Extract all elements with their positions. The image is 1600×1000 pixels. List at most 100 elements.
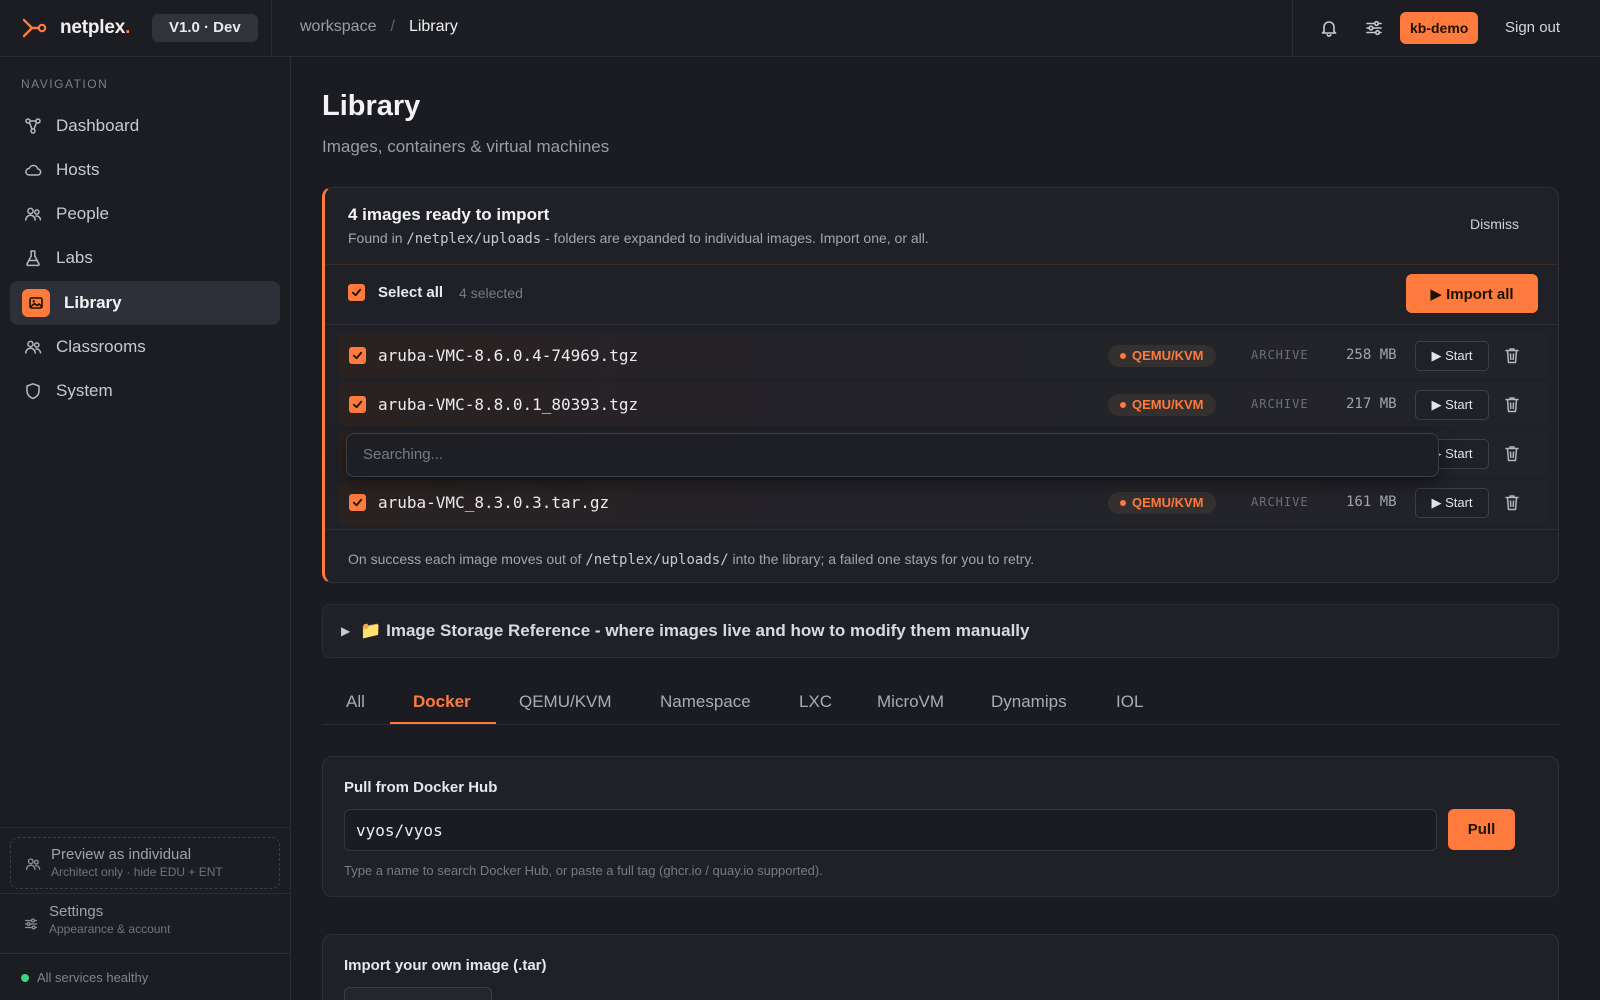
storage-reference-toggle[interactable]: ▶ 📁 Image Storage Reference - where imag… — [322, 604, 1559, 658]
import-panel-description: Found in /netplex/uploads - folders are … — [348, 230, 929, 247]
type-badge: QEMU/KVM — [1108, 492, 1216, 514]
file-name: aruba-VMC_8.3.0.3.tar.gz — [378, 493, 610, 512]
sidebar-item-people[interactable]: People — [10, 192, 280, 236]
kind-label: ARCHIVE — [1251, 397, 1309, 411]
tab-namespace[interactable]: Namespace — [660, 692, 751, 712]
sidebar-item-classrooms[interactable]: Classrooms — [10, 325, 280, 369]
tab-iol[interactable]: IOL — [1116, 692, 1143, 712]
type-badge: QEMU/KVM — [1108, 345, 1216, 367]
health-status: All services healthy — [21, 970, 148, 985]
sidebar-item-label: Classrooms — [56, 337, 146, 356]
brand[interactable]: netplex. — [22, 14, 130, 42]
sidebar-item-label: System — [56, 381, 113, 400]
tab-all[interactable]: All — [346, 692, 365, 712]
sidebar-item-label: People — [56, 204, 109, 223]
sidebar-item-dashboard[interactable]: Dashboard — [10, 104, 280, 148]
file-size: 161 MB — [1346, 494, 1397, 510]
file-checkbox[interactable] — [349, 347, 366, 364]
sidebar-item-label: Labs — [56, 248, 93, 267]
start-button[interactable]: ▶ Start — [1415, 390, 1489, 420]
import-panel-footer: On success each image moves out of /netp… — [348, 551, 1035, 568]
settings-button[interactable]: Settings Appearance & account — [10, 903, 280, 945]
breadcrumb-workspace[interactable]: workspace — [300, 18, 376, 36]
tab-microvm[interactable]: MicroVM — [877, 692, 944, 712]
check-icon — [352, 498, 363, 507]
sidebar-item-library[interactable]: Library — [10, 281, 280, 325]
select-all-row: Select all 4 selected — [348, 284, 523, 301]
pull-button[interactable]: Pull — [1448, 809, 1515, 850]
preview-as-individual-button[interactable]: Preview as individual Architect only · h… — [10, 837, 280, 889]
storage-reference-label: 📁 Image Storage Reference - where images… — [360, 621, 1030, 640]
check-icon — [351, 288, 362, 297]
selected-count: 4 selected — [459, 284, 523, 301]
docker-pull-card: Pull from Docker Hub Pull Type a name to… — [322, 756, 1559, 897]
trash-icon[interactable] — [1504, 494, 1520, 511]
preferences-button[interactable] — [1363, 17, 1385, 39]
sidebar-item-label: Dashboard — [56, 116, 140, 135]
netplex-logo-icon — [22, 18, 47, 38]
divider — [271, 0, 272, 57]
import-panel-title: 4 images ready to import — [348, 205, 550, 224]
dismiss-button[interactable]: Dismiss — [1470, 216, 1519, 232]
trash-icon[interactable] — [1504, 445, 1520, 462]
divider — [325, 324, 1558, 325]
check-icon — [352, 400, 363, 409]
health-text: All services healthy — [37, 970, 149, 985]
notifications-button[interactable] — [1318, 17, 1340, 39]
network-icon — [24, 117, 42, 135]
file-name: aruba-VMC-8.6.0.4-74969.tgz — [378, 346, 639, 365]
shield-icon — [24, 382, 42, 400]
sliders-icon — [1366, 20, 1382, 36]
breadcrumb-separator: / — [390, 18, 395, 35]
select-all-checkbox[interactable] — [348, 284, 365, 301]
breadcrumb-current: Library — [408, 18, 458, 35]
choose-file-button[interactable] — [344, 987, 492, 1000]
docker-pull-hint: Type a name to search Docker Hub, or pas… — [344, 863, 823, 878]
tab-lxc[interactable]: LXC — [799, 692, 832, 712]
breadcrumb: workspace / Library — [300, 18, 458, 36]
sidebar-item-hosts[interactable]: Hosts — [10, 148, 280, 192]
divider — [325, 529, 1558, 530]
docker-image-input[interactable] — [344, 809, 1437, 851]
file-size: 217 MB — [1346, 396, 1397, 412]
caret-right-icon: ▶ — [341, 624, 351, 638]
docker-pull-title: Pull from Docker Hub — [344, 779, 498, 796]
start-button[interactable]: ▶ Start — [1415, 488, 1489, 518]
own-image-title: Import your own image (.tar) — [344, 957, 547, 974]
file-checkbox[interactable] — [349, 494, 366, 511]
kind-label: ARCHIVE — [1251, 495, 1309, 509]
select-all-label[interactable]: Select all — [378, 284, 443, 301]
kind-label: ARCHIVE — [1251, 348, 1309, 362]
runtime-tabs: All Docker QEMU/KVM Namespace LXC MicroV… — [322, 680, 1559, 725]
preview-subtitle: Architect only · hide EDU + ENT — [51, 865, 223, 879]
active-tab-indicator — [390, 722, 496, 724]
divider — [0, 827, 290, 828]
people-icon — [24, 338, 42, 356]
user-chip[interactable]: kb-demo — [1400, 12, 1479, 44]
sidebar-item-system[interactable]: System — [10, 369, 280, 413]
tab-docker[interactable]: Docker — [413, 692, 471, 712]
sign-out-link[interactable]: Sign out — [1505, 19, 1560, 36]
import-all-button[interactable]: ▶ Import all — [1406, 274, 1538, 313]
cloud-icon — [24, 161, 42, 179]
tab-dynamips[interactable]: Dynamips — [991, 692, 1067, 712]
version-badge[interactable]: V1.0 · Dev — [152, 14, 258, 42]
nav-heading: NAVIGATION — [21, 77, 109, 91]
file-checkbox[interactable] — [349, 396, 366, 413]
bell-icon — [1321, 21, 1337, 37]
divider — [325, 264, 1558, 265]
sidebar-item-labs[interactable]: Labs — [10, 236, 280, 280]
import-panel: 4 images ready to import Found in /netpl… — [322, 187, 1559, 583]
start-button[interactable]: ▶ Start — [1415, 341, 1489, 371]
page-subtitle: Images, containers & virtual machines — [322, 137, 610, 156]
file-name: aruba-VMC-8.8.0.1_80393.tgz — [378, 395, 639, 414]
file-row: aruba-VMC-8.6.0.4-74969.tgz QEMU/KVM ARC… — [338, 333, 1548, 378]
image-icon — [22, 289, 50, 317]
trash-icon[interactable] — [1504, 347, 1520, 364]
trash-icon[interactable] — [1504, 396, 1520, 413]
search-overlay[interactable]: Searching... — [346, 433, 1439, 477]
tab-qemu-kvm[interactable]: QEMU/KVM — [519, 692, 612, 712]
people-icon — [24, 205, 42, 223]
people-icon — [25, 858, 41, 870]
file-size: 258 MB — [1346, 347, 1397, 363]
